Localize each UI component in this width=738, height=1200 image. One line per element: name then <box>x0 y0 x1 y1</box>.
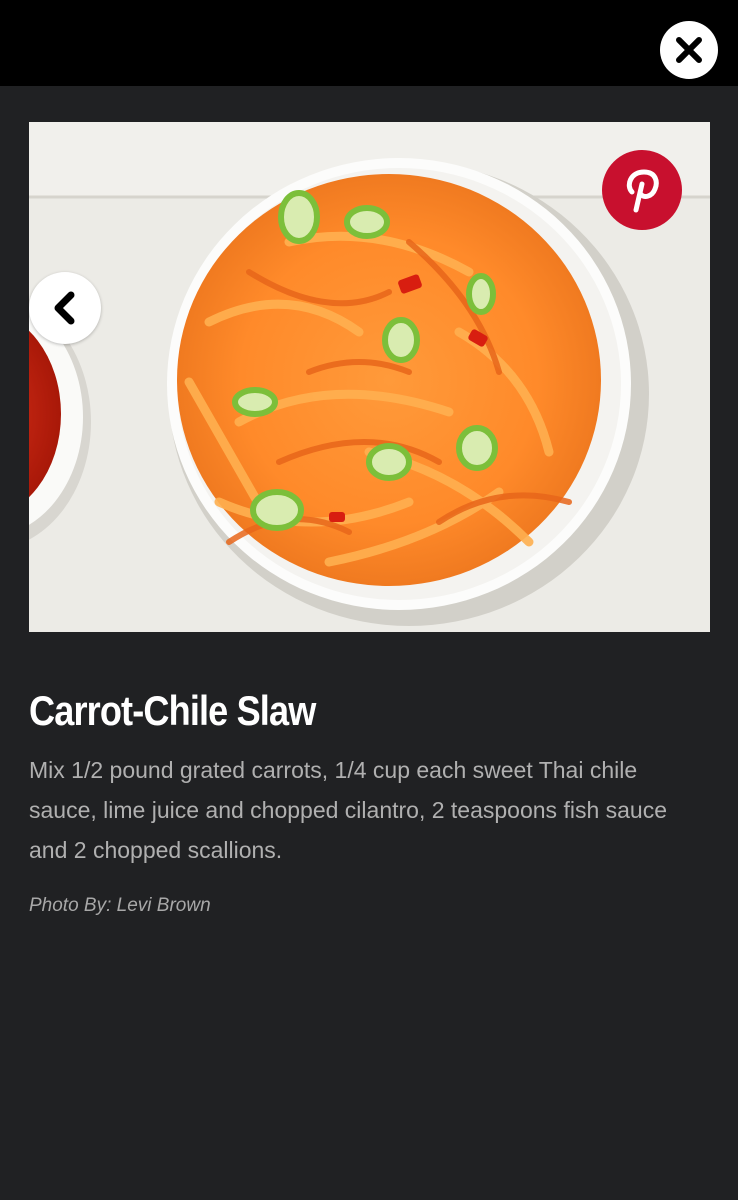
close-button[interactable] <box>660 21 718 79</box>
close-icon <box>676 37 702 63</box>
chevron-left-icon <box>54 291 75 325</box>
top-bar <box>0 0 738 86</box>
photo-credit: Photo By: Levi Brown <box>29 895 211 916</box>
pinterest-icon <box>626 169 659 213</box>
slide-description: Mix 1/2 pound grated carrots, 1/4 cup ea… <box>29 757 668 863</box>
previous-slide-button[interactable] <box>29 272 101 344</box>
slide-title: Carrot-Chile Slaw <box>29 687 316 734</box>
slide-caption: Carrot-Chile Slaw Mix 1/2 pound grated c… <box>29 680 709 920</box>
pinterest-button[interactable] <box>602 150 682 230</box>
